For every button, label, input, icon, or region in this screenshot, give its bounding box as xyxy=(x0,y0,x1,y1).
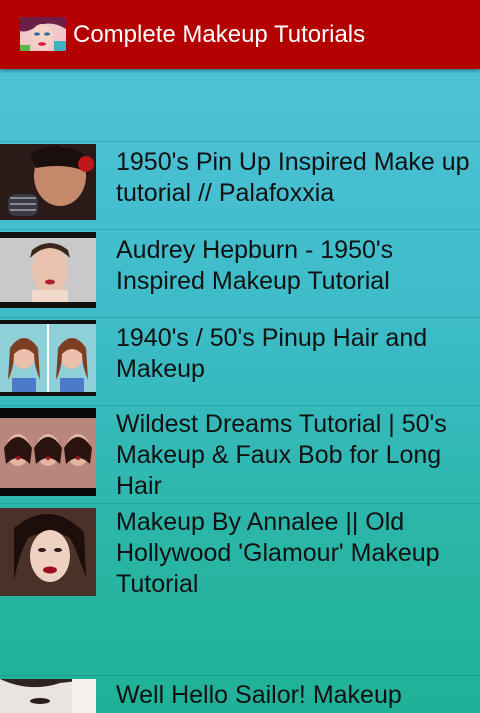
video-thumbnail xyxy=(0,144,96,220)
video-thumbnail xyxy=(0,408,96,496)
video-list-item[interactable]: Wildest Dreams Tutorial | 50's Makeup & … xyxy=(0,405,480,503)
video-list-item[interactable]: Well Hello Sailor! Makeup xyxy=(0,675,480,713)
video-list-item[interactable]: Audrey Hepburn - 1950's Inspired Makeup … xyxy=(0,229,480,317)
video-title: Makeup By Annalee || Old Hollywood 'Glam… xyxy=(116,508,440,598)
video-list-item[interactable]: 1950's Pin Up Inspired Make up tutorial … xyxy=(0,141,480,229)
video-thumbnail xyxy=(0,508,96,596)
video-title: Wildest Dreams Tutorial | 50's Makeup & … xyxy=(116,410,447,500)
video-list-item[interactable]: Makeup By Annalee || Old Hollywood 'Glam… xyxy=(0,503,480,601)
video-list: 1950's Pin Up Inspired Make up tutorial … xyxy=(0,0,480,713)
video-title: 1940's / 50's Pinup Hair and Makeup xyxy=(116,324,428,383)
video-thumbnail xyxy=(0,320,96,396)
app-bar: Complete Makeup Tutorials xyxy=(0,0,480,69)
video-title: Well Hello Sailor! Makeup xyxy=(116,681,402,709)
video-list-item[interactable]: 1940's / 50's Pinup Hair and Makeup xyxy=(0,317,480,405)
video-thumbnail xyxy=(0,679,96,713)
makeup-face-icon[interactable] xyxy=(20,17,66,51)
app-title: Complete Makeup Tutorials xyxy=(73,21,366,48)
video-title: 1950's Pin Up Inspired Make up tutorial … xyxy=(116,148,470,207)
video-title: Audrey Hepburn - 1950's Inspired Makeup … xyxy=(116,236,394,295)
video-thumbnail xyxy=(0,232,96,308)
